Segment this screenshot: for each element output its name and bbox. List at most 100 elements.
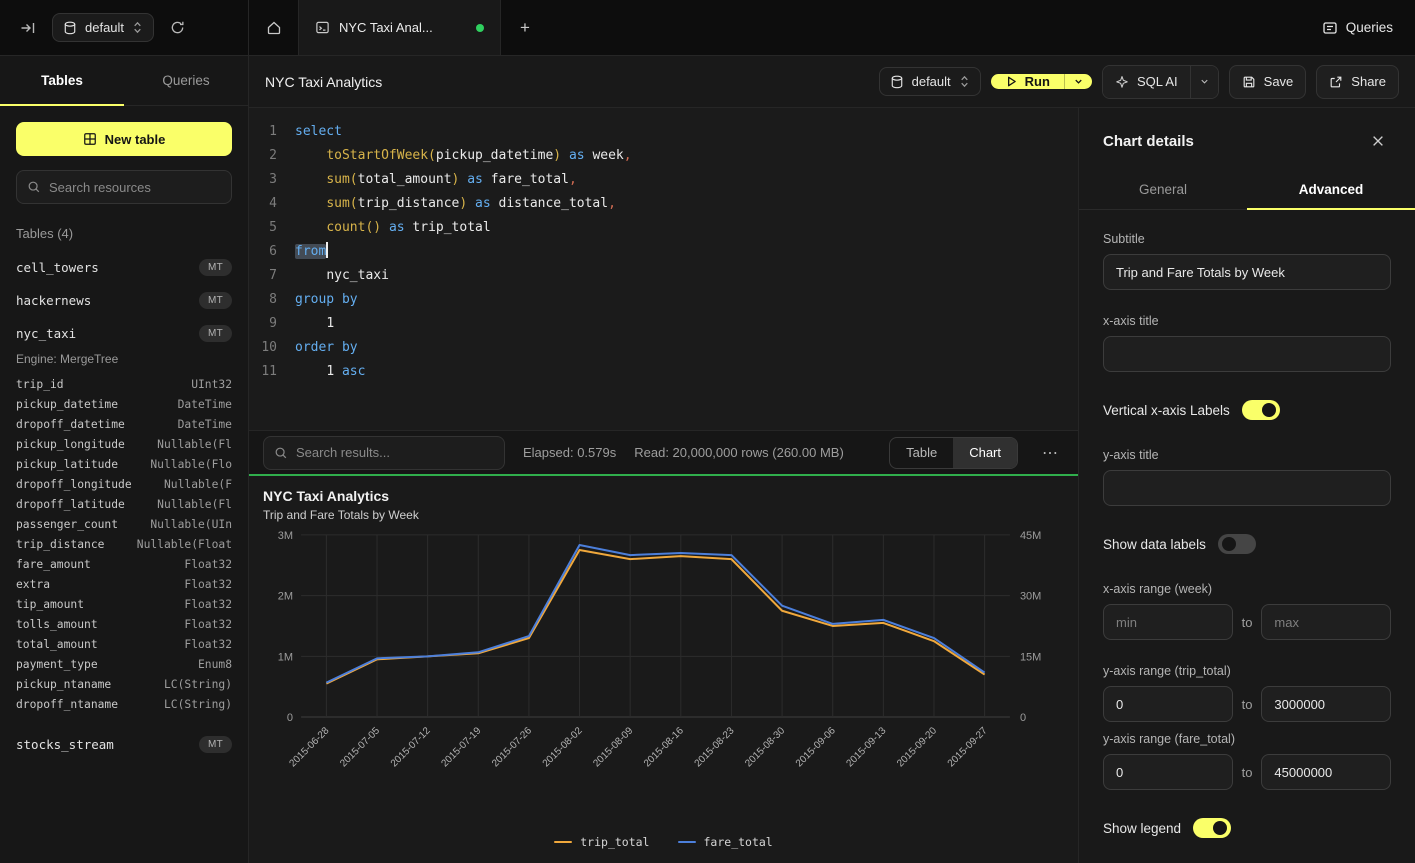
line-number: 9: [249, 312, 295, 336]
legend-item-fare_total[interactable]: fare_total: [678, 835, 773, 849]
code-line: 8group by: [249, 288, 1078, 312]
column-name: dropoff_latitude: [16, 498, 125, 511]
y-range-fare-min-input[interactable]: [1103, 754, 1233, 790]
line-number: 4: [249, 192, 295, 216]
column-name: trip_id: [16, 378, 64, 391]
column-name: pickup_ntaname: [16, 678, 111, 691]
save-label: Save: [1264, 74, 1294, 89]
chart-plot-area: 001M15M2M30M3M45M2015-06-282015-07-05201…: [263, 522, 1064, 831]
tab-general[interactable]: General: [1079, 170, 1247, 209]
run-dropdown-button[interactable]: [1064, 74, 1092, 89]
tab-advanced[interactable]: Advanced: [1247, 170, 1415, 209]
queries-button[interactable]: Queries: [1322, 20, 1393, 36]
table-item-stocks_stream[interactable]: stocks_streamMT: [0, 728, 248, 761]
column-row: trip_distanceNullable(Float: [0, 534, 248, 554]
svg-text:2015-09-20: 2015-09-20: [895, 725, 939, 769]
new-table-button[interactable]: New table: [16, 122, 232, 156]
column-type: Nullable(Fl: [157, 498, 232, 511]
show-legend-toggle[interactable]: [1193, 818, 1231, 838]
sql-ai-button[interactable]: SQL AI: [1103, 66, 1190, 98]
legend-item-trip_total[interactable]: trip_total: [554, 835, 649, 849]
table-item-nyc_taxi[interactable]: nyc_taxiMT: [0, 317, 248, 350]
svg-text:2015-07-19: 2015-07-19: [439, 725, 483, 769]
chart-section: NYC Taxi Analytics Trip and Fare Totals …: [249, 474, 1078, 863]
code-text: toStartOfWeek(pickup_datetime) as week,: [295, 144, 632, 168]
table-view-button[interactable]: Table: [890, 438, 953, 468]
svg-text:2015-07-26: 2015-07-26: [490, 725, 534, 769]
column-name: fare_amount: [16, 558, 91, 571]
code-text: 1: [295, 312, 334, 336]
column-type: Float32: [184, 598, 232, 611]
code-text: nyc_taxi: [295, 264, 389, 288]
engine-label: Engine: MergeTree: [0, 350, 248, 374]
header-database-selector[interactable]: default: [879, 67, 981, 96]
y-range-fare-max-input[interactable]: [1261, 754, 1391, 790]
code-text: sum(trip_distance) as distance_total,: [295, 192, 616, 216]
subtitle-input[interactable]: [1103, 254, 1391, 290]
new-table-label: New table: [105, 132, 166, 147]
svg-text:3M: 3M: [278, 530, 293, 542]
column-name: pickup_latitude: [16, 458, 118, 471]
column-row: pickup_datetimeDateTime: [0, 394, 248, 414]
engine-badge: MT: [199, 259, 232, 276]
svg-text:0: 0: [1020, 712, 1026, 724]
column-row: total_amountFloat32: [0, 634, 248, 654]
tables-list: cell_towersMThackernewsMTnyc_taxiMTEngin…: [0, 251, 248, 863]
topbar-database-selector[interactable]: default: [52, 13, 154, 42]
header-database-label: default: [912, 74, 951, 89]
svg-text:0: 0: [287, 712, 293, 724]
sidebar-tab-queries[interactable]: Queries: [124, 56, 248, 105]
query-tab-active[interactable]: NYC Taxi Anal...: [299, 0, 501, 55]
x-range-max-input[interactable]: [1261, 604, 1391, 640]
close-icon: [1371, 134, 1385, 148]
home-tab-button[interactable]: [249, 0, 299, 55]
tab-status-dot: [476, 24, 484, 32]
svg-text:2M: 2M: [278, 591, 293, 603]
share-button[interactable]: Share: [1316, 65, 1399, 99]
show-data-labels-label: Show data labels: [1103, 537, 1206, 552]
run-button[interactable]: Run: [991, 74, 1064, 89]
chart-details-panel: Chart details General Advanced Subtitle: [1078, 108, 1415, 863]
y-axis-title-input[interactable]: [1103, 470, 1391, 506]
svg-text:2015-08-09: 2015-08-09: [591, 725, 635, 769]
vertical-x-labels-toggle[interactable]: [1242, 400, 1280, 420]
column-name: total_amount: [16, 638, 98, 651]
close-panel-button[interactable]: [1365, 128, 1391, 154]
y-range-trip-max-input[interactable]: [1261, 686, 1391, 722]
svg-text:2015-07-05: 2015-07-05: [338, 725, 382, 769]
refresh-button[interactable]: [164, 14, 191, 41]
new-tab-button[interactable]: +: [501, 0, 549, 55]
table-name: hackernews: [16, 293, 91, 308]
show-data-labels-toggle[interactable]: [1218, 534, 1256, 554]
svg-text:2015-08-23: 2015-08-23: [693, 725, 737, 769]
query-tab-title: NYC Taxi Anal...: [339, 20, 467, 35]
results-search-input[interactable]: [296, 445, 494, 460]
y-range-trip-min-input[interactable]: [1103, 686, 1233, 722]
column-type: Nullable(Fl: [157, 438, 232, 451]
to-label: to: [1242, 765, 1253, 780]
chart-view-button[interactable]: Chart: [953, 438, 1017, 468]
sidebar-tab-tables[interactable]: Tables: [0, 56, 124, 105]
more-options-button[interactable]: ⋯: [1036, 439, 1064, 467]
topbar-right: Queries: [1300, 0, 1415, 55]
legend-label: trip_total: [580, 835, 649, 849]
plus-icon: +: [520, 18, 530, 38]
svg-text:1M: 1M: [278, 651, 293, 663]
table-item-hackernews[interactable]: hackernewsMT: [0, 284, 248, 317]
save-button[interactable]: Save: [1229, 65, 1307, 99]
share-label: Share: [1351, 74, 1386, 89]
svg-text:15M: 15M: [1020, 651, 1041, 663]
resource-search-input[interactable]: [49, 180, 221, 195]
code-line: 10order by: [249, 336, 1078, 360]
x-range-min-input[interactable]: [1103, 604, 1233, 640]
x-axis-title-input[interactable]: [1103, 336, 1391, 372]
x-axis-title-label: x-axis title: [1103, 314, 1391, 328]
sidebar: Tables Queries New table Tables (4) cell…: [0, 56, 249, 863]
sql-ai-dropdown-button[interactable]: [1190, 66, 1218, 98]
tab-strip: NYC Taxi Anal... +: [249, 0, 1300, 55]
code-line: 5 count() as trip_total: [249, 216, 1078, 240]
sql-editor[interactable]: 1select2 toStartOfWeek(pickup_datetime) …: [249, 108, 1078, 430]
column-row: dropoff_datetimeDateTime: [0, 414, 248, 434]
table-item-cell_towers[interactable]: cell_towersMT: [0, 251, 248, 284]
collapse-sidebar-button[interactable]: [14, 14, 42, 42]
